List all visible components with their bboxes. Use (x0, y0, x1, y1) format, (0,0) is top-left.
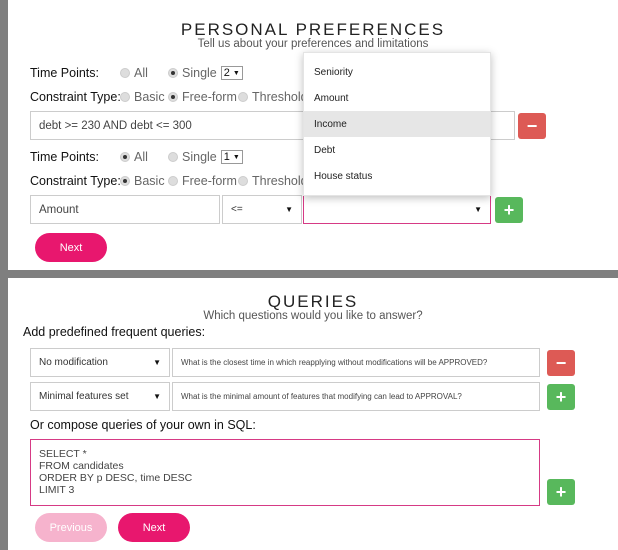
value-select[interactable]: ▼ (303, 195, 491, 224)
add-constraint-button[interactable]: + (495, 197, 523, 223)
radio-label: All (134, 150, 148, 164)
select-value: <= (231, 204, 243, 215)
radio-circle[interactable] (168, 152, 178, 162)
queries-panel: QUERIES Which questions would you like t… (8, 278, 618, 550)
add-sql-query-button[interactable]: + (547, 479, 575, 505)
value-dropdown-menu: Seniority Amount Income Debt House statu… (303, 52, 491, 196)
constraint-freeform-radio[interactable]: Free-form (168, 90, 237, 104)
remove-constraint-button[interactable]: − (518, 113, 546, 139)
radio-circle[interactable] (168, 92, 178, 102)
query-type-select[interactable]: No modification ▼ (30, 348, 170, 377)
add-query-button[interactable]: + (547, 384, 575, 410)
chevron-down-icon: ▼ (232, 69, 240, 77)
dropdown-option[interactable]: Income (304, 111, 490, 137)
minus-icon: − (555, 353, 567, 373)
predefined-queries-label: Add predefined frequent queries: (23, 325, 206, 339)
dropdown-option[interactable]: House status (304, 163, 490, 189)
time-points-all-radio[interactable]: All (120, 66, 148, 80)
radio-circle[interactable] (120, 68, 130, 78)
single-time-select[interactable]: 1 ▼ (220, 150, 243, 164)
minus-icon: − (526, 116, 538, 136)
radio-label: Single (182, 150, 217, 164)
constraint-type-label: Constraint Type: (30, 174, 121, 188)
constraint-threshold-radio[interactable]: Threshold (238, 90, 308, 104)
dropdown-option[interactable]: Debt (304, 137, 490, 163)
radio-circle[interactable] (120, 92, 130, 102)
query-question-field[interactable]: What is the minimal amount of features t… (172, 382, 540, 411)
dropdown-option[interactable]: Seniority (304, 59, 490, 85)
chevron-down-icon: ▼ (153, 358, 161, 367)
radio-label: Threshold (252, 90, 308, 104)
chevron-down-icon: ▼ (474, 205, 482, 214)
time-points-label: Time Points: (30, 150, 100, 164)
radio-circle[interactable] (120, 176, 130, 186)
remove-query-button[interactable]: − (547, 350, 575, 376)
compose-sql-label: Or compose queries of your own in SQL: (30, 418, 256, 432)
panel-subtitle: Tell us about your preferences and limit… (197, 38, 429, 50)
radio-label: Basic (134, 90, 165, 104)
radio-circle[interactable] (238, 92, 248, 102)
radio-label: Threshold (252, 174, 308, 188)
constraint-threshold-radio[interactable]: Threshold (238, 174, 308, 188)
select-value: 2 (223, 67, 230, 79)
radio-circle[interactable] (168, 68, 178, 78)
chevron-down-icon: ▼ (285, 205, 293, 214)
chevron-down-icon: ▼ (232, 153, 240, 161)
query-type-select[interactable]: Minimal features set ▼ (30, 382, 170, 411)
operator-select[interactable]: <= ▼ (222, 195, 302, 224)
select-value: Minimal features set (39, 391, 129, 402)
panel-title: PERSONAL PREFERENCES (180, 20, 446, 39)
time-points-single-radio[interactable]: Single 1 ▼ (168, 150, 243, 164)
plus-icon: + (503, 200, 515, 220)
next-button[interactable]: Next (35, 233, 107, 262)
time-points-single-radio[interactable]: Single 2 ▼ (168, 66, 243, 80)
radio-circle[interactable] (238, 176, 248, 186)
radio-label: Free-form (182, 90, 237, 104)
radio-circle[interactable] (168, 176, 178, 186)
radio-circle[interactable] (120, 152, 130, 162)
panel-subtitle: Which questions would you like to answer… (203, 310, 423, 322)
radio-label: Single (182, 66, 217, 80)
constraint-type-label: Constraint Type: (30, 90, 121, 104)
personal-preferences-panel: PERSONAL PREFERENCES Tell us about your … (8, 0, 618, 270)
time-points-all-radio[interactable]: All (120, 150, 148, 164)
radio-label: All (134, 66, 148, 80)
select-value: 1 (223, 151, 230, 163)
plus-icon: + (555, 482, 567, 502)
radio-label: Basic (134, 174, 165, 188)
query-question-field[interactable]: What is the closest time in which reappl… (172, 348, 540, 377)
radio-label: Free-form (182, 174, 237, 188)
single-time-select[interactable]: 2 ▼ (220, 66, 243, 80)
select-value: No modification (39, 357, 108, 368)
panel-title: QUERIES (267, 292, 359, 311)
feature-field[interactable]: Amount (30, 195, 220, 224)
next-button[interactable]: Next (118, 513, 190, 542)
dropdown-option[interactable]: Amount (304, 85, 490, 111)
chevron-down-icon: ▼ (153, 392, 161, 401)
constraint-basic-radio[interactable]: Basic (120, 174, 165, 188)
sql-editor[interactable]: SELECT * FROM candidates ORDER BY p DESC… (30, 439, 540, 506)
constraint-basic-radio[interactable]: Basic (120, 90, 165, 104)
time-points-label: Time Points: (30, 66, 100, 80)
constraint-freeform-radio[interactable]: Free-form (168, 174, 237, 188)
plus-icon: + (555, 387, 567, 407)
previous-button[interactable]: Previous (35, 513, 107, 542)
